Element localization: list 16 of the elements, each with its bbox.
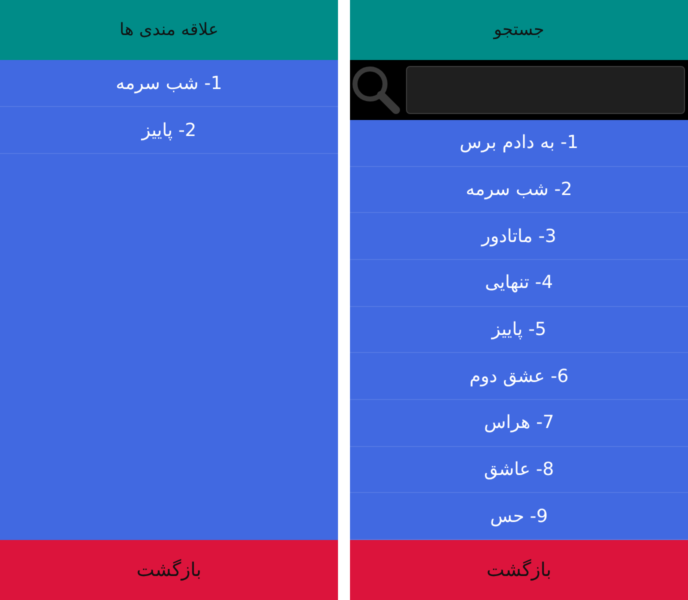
search-icon[interactable] [352,66,400,114]
list-item[interactable]: 8- عاشق [350,446,688,494]
list-item[interactable]: 7- هراس [350,400,688,447]
screen-title: جستجو [350,0,688,60]
back-button[interactable]: بازگشت [0,540,338,600]
list-item[interactable]: 2- پاییز [0,107,338,154]
list-item[interactable]: 6- عشق دوم [350,353,688,400]
back-button[interactable]: بازگشت [350,540,688,600]
list-item[interactable]: 3- ماتادور [350,213,688,260]
list-item[interactable]: 4- تنهایی [350,260,688,307]
list-item[interactable]: 1- شب سرمه [0,60,338,107]
list-item[interactable]: 1- به دادم برس [350,120,688,167]
list-item[interactable]: 5- پاییز [350,306,688,354]
screen-title: علاقه مندی ها [0,0,338,60]
list-item[interactable]: 2- شب سرمه [350,166,688,214]
search-field[interactable] [406,66,685,114]
